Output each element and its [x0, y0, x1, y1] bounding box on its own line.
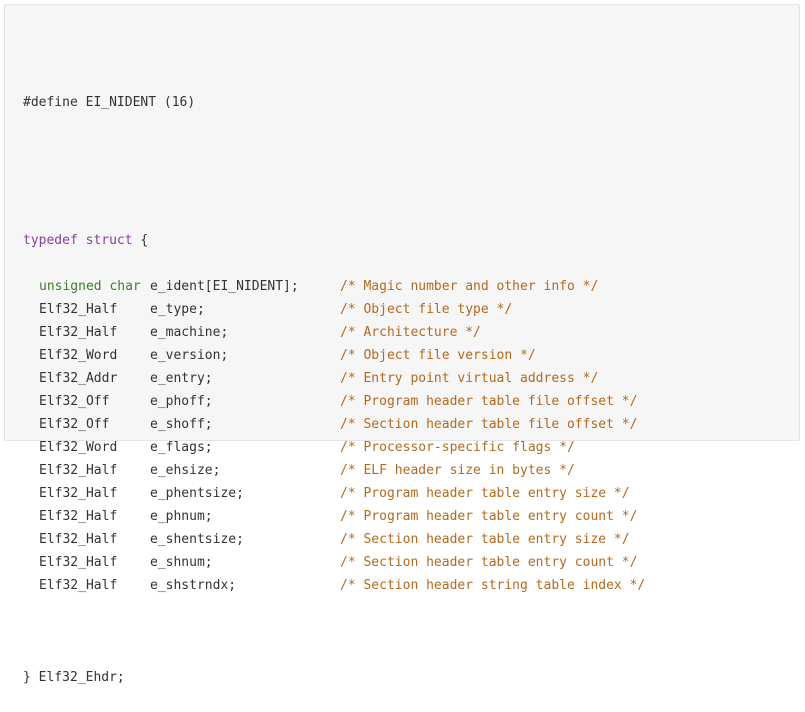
field-comment: /* Section header table entry size */: [340, 532, 630, 547]
define-directive: #define EI_NIDENT (16): [23, 95, 196, 110]
field-name: e_shstrndx;: [150, 578, 237, 593]
code-content: #define EI_NIDENT (16) typedef struct { …: [23, 22, 783, 712]
field-type: Elf32_Half: [39, 463, 118, 478]
closing-line: } Elf32_Ehdr;: [23, 643, 783, 685]
field-comment: /* Architecture */: [340, 325, 481, 340]
struct-field-line: Elf32_Addr e_entry; /* Entry point virtual…: [23, 367, 783, 390]
field-type: Elf32_Half: [39, 555, 118, 570]
struct-field-line: Elf32_Word e_flags; /* Processor-specific …: [23, 436, 783, 459]
struct-field-line: Elf32_Half e_type; /* Object file type */: [23, 298, 783, 321]
field-type: Elf32_Half: [39, 532, 118, 547]
field-type: Elf32_Word: [39, 348, 118, 363]
open-brace: {: [132, 233, 149, 248]
typedef-declaration: typedef struct {: [23, 229, 148, 252]
field-comment: /* Entry point virtual address */: [340, 371, 599, 386]
field-name: e_ehsize;: [150, 463, 221, 478]
field-name: e_entry;: [150, 371, 213, 386]
field-comment: /* Program header table file offset */: [340, 394, 638, 409]
field-type: Elf32_Off: [39, 394, 110, 409]
struct-field-line: Elf32_Half e_shentsize; /* Section header …: [23, 528, 783, 551]
field-type: Elf32_Addr: [39, 371, 118, 386]
field-name: e_version;: [150, 348, 229, 363]
struct-field-line: Elf32_Half e_machine; /* Architecture */: [23, 321, 783, 344]
struct-field-line: Elf32_Off e_phoff; /* Program header table…: [23, 390, 783, 413]
code-block: #define EI_NIDENT (16) typedef struct { …: [4, 4, 800, 685]
define-line: #define EI_NIDENT (16): [23, 68, 783, 110]
field-comment: /* Object file version */: [340, 348, 536, 363]
field-type: Elf32_Half: [39, 578, 118, 593]
struct-field-line: Elf32_Half e_shstrndx; /* Section header s…: [23, 574, 783, 597]
field-comment: /* Magic number and other info */: [340, 279, 599, 294]
field-comment: /* Object file type */: [340, 302, 513, 317]
field-comment: /* Program header table entry size */: [340, 486, 630, 501]
field-comment: /* Section header table file offset */: [340, 417, 638, 432]
field-name: e_flags;: [150, 440, 213, 455]
field-name: e_phentsize;: [150, 486, 244, 501]
field-name: e_ident[EI_NIDENT];: [150, 279, 299, 294]
struct-field-line: Elf32_Off e_shoff; /* Section header table…: [23, 413, 783, 436]
struct-field-line: unsigned char e_ident[EI_NIDENT]; /* Magic…: [23, 275, 783, 298]
field-type: Elf32_Half: [39, 302, 118, 317]
field-type: Elf32_Off: [39, 417, 110, 432]
field-type: Elf32_Half: [39, 325, 118, 340]
field-name: e_phnum;: [150, 509, 213, 524]
struct-field-line: Elf32_Half e_shnum; /* Section header tabl…: [23, 551, 783, 574]
field-type: unsigned char: [39, 279, 141, 294]
field-comment: /* Processor-specific flags */: [340, 440, 575, 455]
field-comment: /* Section header table entry count */: [340, 555, 638, 570]
typedef-keyword: typedef struct: [23, 233, 133, 248]
typedef-line: typedef struct {: [23, 206, 783, 248]
field-type: Elf32_Half: [39, 486, 118, 501]
struct-field-line: Elf32_Half e_phnum; /* Program header tabl…: [23, 505, 783, 528]
field-type: Elf32_Half: [39, 509, 118, 524]
field-comment: /* Section header string table index */: [340, 578, 646, 593]
field-name: e_phoff;: [150, 394, 213, 409]
field-name: e_machine;: [150, 325, 229, 340]
field-name: e_type;: [150, 302, 205, 317]
field-name: e_shnum;: [150, 555, 213, 570]
field-type: Elf32_Word: [39, 440, 118, 455]
field-name: e_shoff;: [150, 417, 213, 432]
struct-field-line: Elf32_Half e_ehsize; /* ELF header size in…: [23, 459, 783, 482]
field-comment: /* ELF header size in bytes */: [340, 463, 575, 478]
struct-closing: } Elf32_Ehdr;: [23, 670, 125, 685]
struct-fields: unsigned char e_ident[EI_NIDENT]; /* Magic…: [23, 275, 783, 597]
field-comment: /* Program header table entry count */: [340, 509, 638, 524]
struct-field-line: Elf32_Word e_version; /* Object file versi…: [23, 344, 783, 367]
field-name: e_shentsize;: [150, 532, 244, 547]
struct-field-line: Elf32_Half e_phentsize; /* Program header …: [23, 482, 783, 505]
